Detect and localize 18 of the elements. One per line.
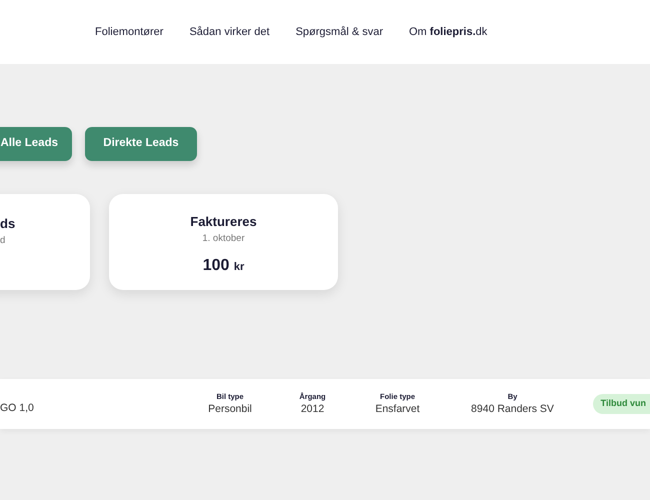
vehicle-name: GO 1,0 — [0, 401, 35, 416]
card-title: Faktureres — [190, 213, 257, 231]
status-badge: Tilbud vun — [592, 394, 650, 414]
filter-button[interactable]: Direkte Leads — [85, 127, 197, 161]
field-value: Ensfarvet — [375, 402, 420, 417]
nav-link[interactable]: Om foliepris.dk — [409, 24, 488, 40]
field-value: 8940 Randers SV — [471, 402, 554, 417]
card-title: ds — [0, 215, 16, 233]
field-value: Personbil — [208, 402, 252, 417]
nav-link[interactable]: Sådan virker det — [189, 24, 270, 40]
card-subtitle: 1. oktober — [202, 232, 245, 246]
amount-text: 100 kr — [202, 256, 244, 276]
currency-unit: kr — [234, 260, 244, 273]
card-subtitle: d — [0, 234, 6, 248]
nav-link[interactable]: Foliemontører — [95, 24, 164, 40]
field-value: 2012 — [300, 402, 324, 417]
filter-button[interactable]: Alle Leads — [0, 127, 72, 161]
nav-link[interactable]: Spørgsmål & svar — [296, 24, 383, 40]
